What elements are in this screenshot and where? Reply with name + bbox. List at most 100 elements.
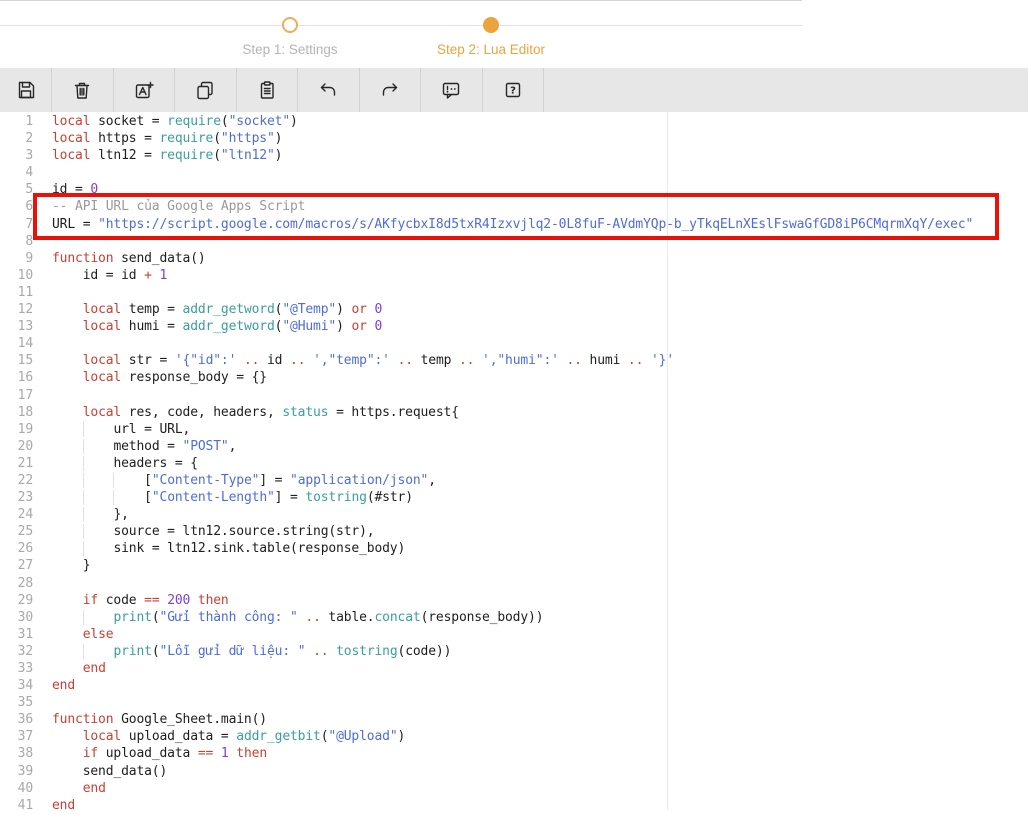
line-number: 39: [0, 763, 33, 780]
line-number: 16: [0, 369, 33, 386]
code-line[interactable]: 18 local res, code, headers, status = ht…: [0, 404, 1028, 421]
paste-button[interactable]: [237, 68, 299, 112]
code-line[interactable]: 27 }: [0, 557, 1028, 574]
code-line[interactable]: 41end: [0, 797, 1028, 814]
line-number: 10: [0, 267, 33, 284]
code-line[interactable]: 20 method = "POST",: [0, 438, 1028, 455]
comment-button[interactable]: [421, 68, 483, 112]
line-number: 14: [0, 335, 33, 352]
code-line[interactable]: 26 sink = ltn12.sink.table(response_body…: [0, 540, 1028, 557]
code-line-content: local humi = addr_getword("@Humi") or 0: [33, 318, 382, 335]
code-line[interactable]: 15 local str = '{"id":' .. id .. ',"temp…: [0, 352, 1028, 369]
code-line[interactable]: 34end: [0, 677, 1028, 694]
code-line[interactable]: 17: [0, 387, 1028, 404]
line-number: 19: [0, 421, 33, 438]
code-line-content: local ltn12 = require("ltn12"): [33, 147, 282, 164]
lua-code-editor[interactable]: 1local socket = require("socket")2local …: [0, 112, 1028, 810]
line-number: 41: [0, 797, 33, 814]
code-line[interactable]: 24 },: [0, 506, 1028, 523]
line-number: 11: [0, 284, 33, 301]
code-line-content: else: [33, 626, 113, 643]
font-add-button[interactable]: [114, 68, 176, 112]
save-button[interactable]: [0, 68, 52, 112]
code-line[interactable]: 8: [0, 233, 1028, 250]
code-area[interactable]: 1local socket = require("socket")2local …: [0, 112, 1028, 814]
line-number: 32: [0, 643, 33, 660]
code-line[interactable]: 39 send_data(): [0, 763, 1028, 780]
code-line[interactable]: 35: [0, 694, 1028, 711]
svg-text:?: ?: [510, 86, 516, 97]
code-line[interactable]: 32 print("Lỗi gửi dữ liệu: " .. tostring…: [0, 643, 1028, 660]
code-line[interactable]: 6-- API URL của Google Apps Script: [0, 198, 1028, 215]
undo-icon: [317, 79, 339, 101]
line-number: 26: [0, 540, 33, 557]
redo-icon: [379, 79, 401, 101]
code-line[interactable]: 3local ltn12 = require("ltn12"): [0, 147, 1028, 164]
code-line[interactable]: 40 end: [0, 780, 1028, 797]
line-number: 38: [0, 745, 33, 762]
code-line[interactable]: 13 local humi = addr_getword("@Humi") or…: [0, 318, 1028, 335]
step1-circle-icon[interactable]: [282, 17, 298, 33]
code-line-content: function send_data(): [33, 250, 206, 267]
code-line-content: local temp = addr_getword("@Temp") or 0: [33, 301, 382, 318]
code-line[interactable]: 11: [0, 284, 1028, 301]
trash-icon: [71, 79, 93, 101]
code-line[interactable]: 23 ["Content-Length"] = tostring(#str): [0, 489, 1028, 506]
code-line-content: [33, 284, 52, 301]
line-number: 36: [0, 711, 33, 728]
code-line[interactable]: 4: [0, 164, 1028, 181]
code-line[interactable]: 21 headers = {: [0, 455, 1028, 472]
code-line[interactable]: 38 if upload_data == 1 then: [0, 745, 1028, 762]
line-number: 25: [0, 523, 33, 540]
copy-button[interactable]: [175, 68, 237, 112]
line-number: 24: [0, 506, 33, 523]
stepper-rail: [0, 25, 802, 26]
line-number: 37: [0, 728, 33, 745]
line-number: 13: [0, 318, 33, 335]
lua-editor-window: { "colors": { "kw": "#c94034", "str": "#…: [0, 0, 1028, 810]
code-line[interactable]: 1local socket = require("socket"): [0, 113, 1028, 130]
code-line[interactable]: 10 id = id + 1: [0, 267, 1028, 284]
delete-button[interactable]: [52, 68, 114, 112]
code-line[interactable]: 16 local response_body = {}: [0, 369, 1028, 386]
line-number: 23: [0, 489, 33, 506]
code-line-content: [33, 233, 52, 250]
code-line-content: }: [33, 557, 90, 574]
code-line[interactable]: 36function Google_Sheet.main(): [0, 711, 1028, 728]
code-line[interactable]: 14: [0, 335, 1028, 352]
code-line-content: send_data(): [33, 763, 167, 780]
code-line[interactable]: 28: [0, 575, 1028, 592]
code-line-content: sink = ltn12.sink.table(response_body): [33, 540, 405, 557]
code-line-content: URL = "https://script.google.com/macros/…: [33, 216, 973, 233]
code-line[interactable]: 2local https = require("https"): [0, 130, 1028, 147]
undo-button[interactable]: [298, 68, 360, 112]
code-line[interactable]: 31 else: [0, 626, 1028, 643]
code-line[interactable]: 12 local temp = addr_getword("@Temp") or…: [0, 301, 1028, 318]
wizard-stepper: Step 1: Settings Step 2: Lua Editor: [0, 0, 1028, 68]
code-line[interactable]: 29 if code == 200 then: [0, 592, 1028, 609]
help-button[interactable]: ?: [483, 68, 545, 112]
code-line-content: [33, 164, 52, 181]
code-line-content: -- API URL của Google Apps Script: [33, 198, 305, 215]
code-line[interactable]: 7URL = "https://script.google.com/macros…: [0, 216, 1028, 233]
line-number: 5: [0, 181, 33, 198]
code-line[interactable]: 5id = 0: [0, 181, 1028, 198]
code-line[interactable]: 22 ["Content-Type"] = "application/json"…: [0, 472, 1028, 489]
line-number: 28: [0, 575, 33, 592]
code-line[interactable]: 19 url = URL,: [0, 421, 1028, 438]
step2-label[interactable]: Step 2: Lua Editor: [381, 42, 601, 57]
code-line-content: print("Gửi thành công: " .. table.concat…: [33, 609, 543, 626]
code-line[interactable]: 30 print("Gửi thành công: " .. table.con…: [0, 609, 1028, 626]
code-line[interactable]: 9function send_data(): [0, 250, 1028, 267]
code-line-content: method = "POST",: [33, 438, 236, 455]
step1-label[interactable]: Step 1: Settings: [180, 42, 400, 57]
redo-button[interactable]: [360, 68, 422, 112]
code-line[interactable]: 25 source = ltn12.source.string(str),: [0, 523, 1028, 540]
step2-circle-icon[interactable]: [483, 17, 499, 33]
code-line[interactable]: 37 local upload_data = addr_getbit("@Upl…: [0, 728, 1028, 745]
code-line-content: },: [33, 506, 129, 523]
code-line-content: if code == 200 then: [33, 592, 229, 609]
code-line[interactable]: 33 end: [0, 660, 1028, 677]
code-line-content: local res, code, headers, status = https…: [33, 404, 459, 421]
code-line-content: end: [33, 797, 75, 814]
